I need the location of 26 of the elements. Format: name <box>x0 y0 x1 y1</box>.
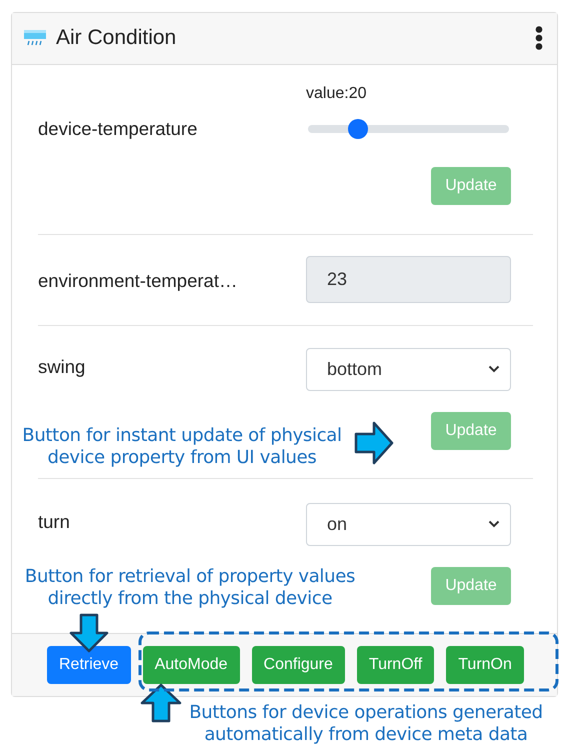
dropdown[interactable]: bottom <box>306 348 511 391</box>
operation-button[interactable]: TurnOff <box>356 646 434 684</box>
slider-thumb[interactable] <box>348 118 368 139</box>
annotation-text: Button for retrieval of property values directly from the physical device <box>24 566 356 610</box>
annotation-text: Buttons for device operations generated automatically from device meta data <box>188 702 544 745</box>
readonly-field[interactable]: 23 <box>306 256 511 303</box>
arrow-icon <box>140 684 182 722</box>
arrow-icon <box>70 614 108 652</box>
chevron-icon <box>488 365 500 374</box>
slider-value: value:20 <box>306 84 366 103</box>
property-label: swing <box>38 356 86 378</box>
card-title: Air Condition <box>56 26 178 50</box>
retrieve-button[interactable]: Retrieve <box>47 646 131 684</box>
property-label: environment-temperat… <box>38 270 238 292</box>
slider[interactable] <box>306 118 511 140</box>
menu-icon[interactable] <box>535 26 543 50</box>
property-label: device-temperature <box>38 118 198 140</box>
annotation-text: Button for instant update of physical device property from UI values <box>21 425 343 469</box>
operation-button[interactable]: TurnOn <box>446 646 524 684</box>
air-conditioner-icon <box>24 30 46 46</box>
dropdown[interactable]: on <box>306 502 511 546</box>
property-label: turn <box>38 510 71 533</box>
arrow-icon <box>354 422 394 464</box>
operation-button[interactable]: AutoMode <box>142 646 240 684</box>
operation-button[interactable]: Configure <box>252 646 345 684</box>
chevron-icon <box>488 520 500 528</box>
